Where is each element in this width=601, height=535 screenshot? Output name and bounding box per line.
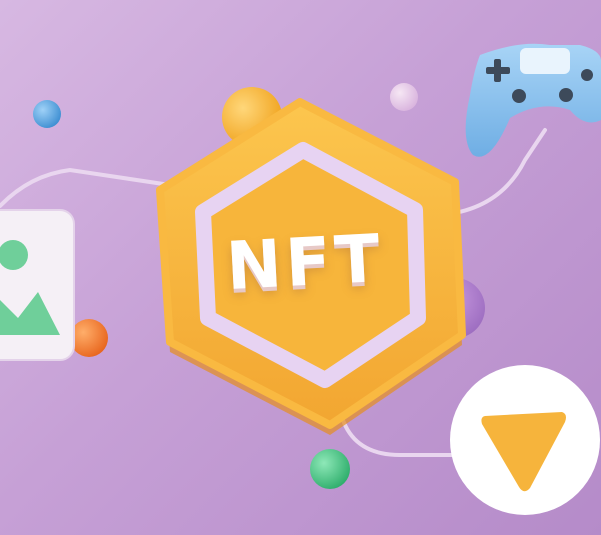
green-sphere xyxy=(310,449,350,489)
game-controller-icon xyxy=(465,43,601,157)
blue-sphere xyxy=(33,100,61,128)
nft-text: NFT xyxy=(224,219,386,305)
pink-sphere xyxy=(390,83,418,111)
image-card-icon xyxy=(0,209,75,361)
play-button-icon xyxy=(450,365,600,515)
red-sphere xyxy=(70,319,108,357)
nft-illustration: NFT xyxy=(0,0,601,535)
connector-line xyxy=(0,167,172,208)
